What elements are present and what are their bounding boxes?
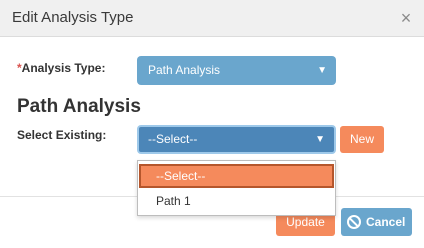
select-existing-select[interactable]: --Select-- ▼ — [137, 125, 336, 154]
close-icon[interactable]: × — [396, 8, 416, 28]
new-button[interactable]: New — [340, 126, 384, 153]
analysis-type-select[interactable]: Path Analysis ▼ — [137, 56, 336, 85]
chevron-down-icon: ▼ — [317, 65, 327, 76]
dialog-header: Edit Analysis Type × — [0, 0, 424, 37]
select-existing-value: --Select-- — [148, 132, 198, 146]
chevron-down-icon: ▼ — [315, 134, 325, 145]
cancel-button[interactable]: Cancel — [341, 208, 412, 236]
dropdown-option[interactable]: --Select-- — [139, 164, 334, 188]
select-existing-dropdown: --Select-- Path 1 — [137, 160, 336, 216]
analysis-type-label-text: Analysis Type: — [21, 61, 106, 75]
ban-icon — [347, 214, 361, 229]
select-existing-label: Select Existing: — [17, 128, 107, 142]
edit-analysis-type-dialog: Edit Analysis Type × *Analysis Type: Pat… — [0, 0, 424, 248]
analysis-type-value: Path Analysis — [148, 63, 221, 77]
cancel-button-label: Cancel — [366, 215, 406, 229]
dialog-title: Edit Analysis Type — [12, 9, 134, 26]
section-title: Path Analysis — [17, 96, 141, 117]
analysis-type-label: *Analysis Type: — [17, 61, 105, 75]
dropdown-option[interactable]: Path 1 — [139, 189, 334, 213]
